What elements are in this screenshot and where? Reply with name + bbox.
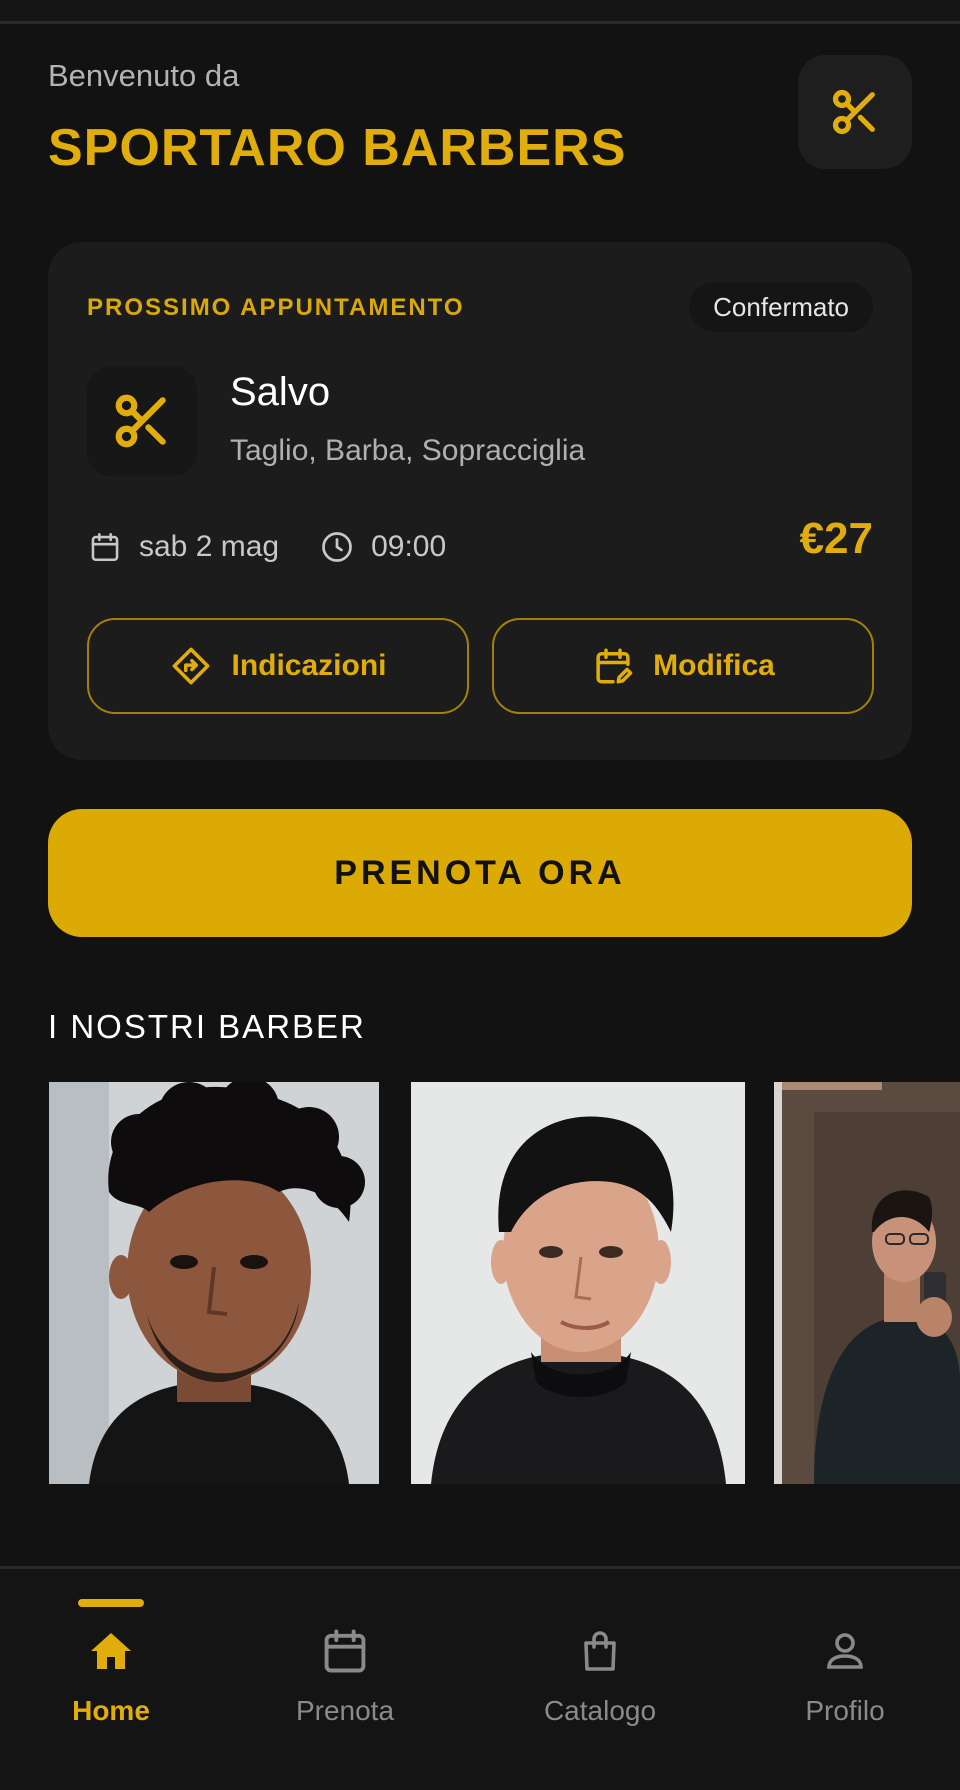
nav-item-profilo[interactable]: Profilo: [770, 1569, 920, 1790]
directions-icon: [169, 644, 213, 688]
logo-button[interactable]: [798, 55, 912, 169]
barber-photo[interactable]: [774, 1082, 960, 1484]
barbers-section-title: I NOSTRI BARBER: [48, 1008, 366, 1045]
edit-appointment-button[interactable]: Modifica: [492, 618, 874, 714]
person-icon: [815, 1621, 875, 1681]
scissors-icon: [832, 89, 875, 135]
service-list: Taglio, Barba, Sopracciglia: [230, 434, 586, 467]
status-bar: [0, 0, 960, 24]
bottom-nav: Home Prenota Catalogo Profilo: [0, 1566, 960, 1790]
shopping-bag-icon: [570, 1621, 630, 1681]
book-now-button[interactable]: PRENOTA ORA: [48, 809, 912, 937]
calendar-icon: [87, 529, 123, 565]
clock-icon: [319, 529, 355, 565]
nav-item-home[interactable]: Home: [36, 1569, 186, 1790]
appointment-price: €27: [799, 514, 873, 563]
nav-item-prenota[interactable]: Prenota: [270, 1569, 420, 1790]
status-badge: Confermato: [689, 282, 873, 332]
directions-button[interactable]: Indicazioni: [87, 618, 469, 714]
nav-item-catalogo[interactable]: Catalogo: [520, 1569, 680, 1790]
calendar-icon: [315, 1621, 375, 1681]
brand-title: SPORTARO BARBERS: [48, 119, 627, 177]
active-indicator: [78, 1599, 144, 1607]
barber-name: Salvo: [230, 370, 331, 414]
next-appointment-card: PROSSIMO APPUNTAMENTO Confermato Salvo T…: [48, 242, 912, 760]
directions-label: Indicazioni: [231, 649, 387, 682]
scissors-icon: [115, 394, 166, 448]
barber-photo[interactable]: [49, 1082, 379, 1484]
barber-photo[interactable]: [411, 1082, 745, 1484]
service-icon-box: [87, 366, 197, 476]
nav-label: Home: [72, 1695, 150, 1726]
welcome-text: Benvenuto da: [48, 58, 240, 93]
calendar-edit-icon: [591, 644, 635, 688]
nav-label: Profilo: [805, 1695, 885, 1726]
appointment-date: sab 2 mag: [139, 530, 280, 563]
appointment-meta: sab 2 mag 09:00: [87, 522, 446, 572]
home-icon: [81, 1621, 141, 1681]
appointment-time: 09:00: [371, 530, 447, 563]
nav-label: Catalogo: [543, 1695, 657, 1726]
edit-label: Modifica: [653, 649, 775, 682]
nav-label: Prenota: [295, 1695, 395, 1726]
appointment-label: PROSSIMO APPUNTAMENTO: [87, 294, 465, 321]
